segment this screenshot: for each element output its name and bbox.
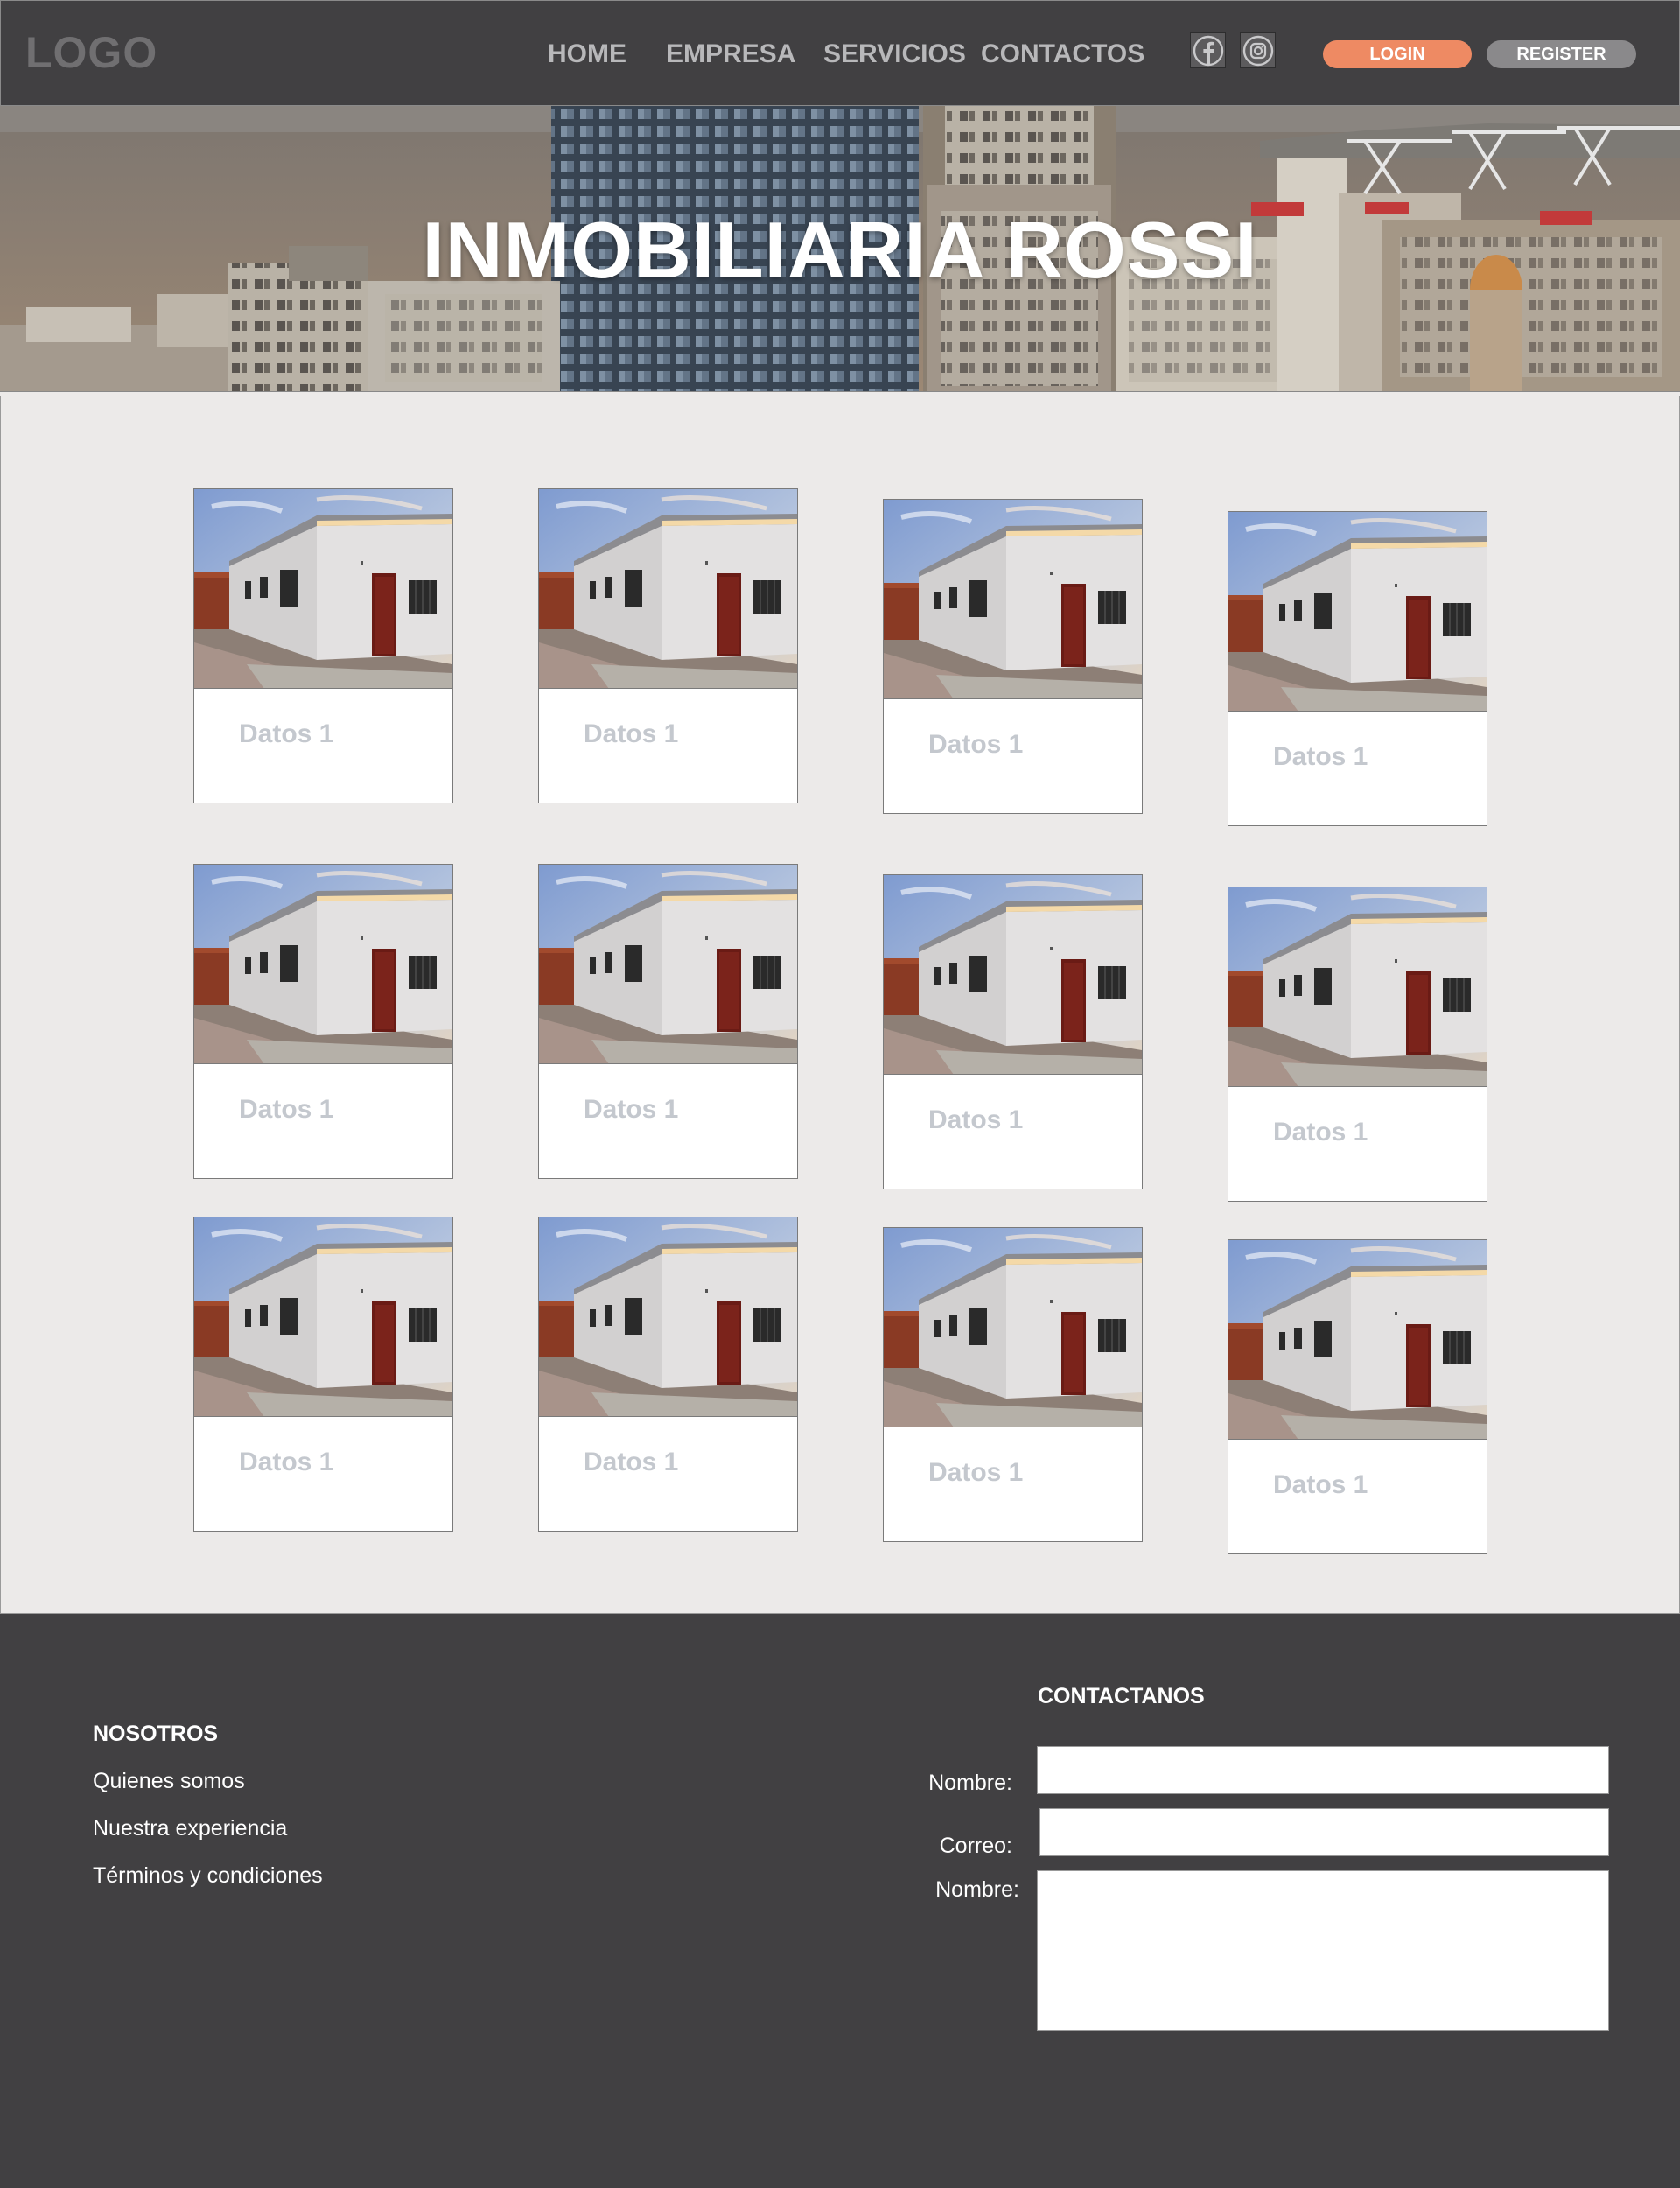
contact-heading: CONTACTANOS: [1038, 1684, 1205, 1708]
nav-contactos[interactable]: CONTACTOS: [981, 39, 1144, 69]
listing-label: Datos 1: [928, 1105, 1024, 1134]
link-terminos[interactable]: Términos y condiciones: [93, 1863, 323, 1889]
listing-card[interactable]: Datos 1: [193, 488, 453, 803]
login-button[interactable]: LOGIN: [1323, 40, 1472, 68]
footer: NOSOTROS Quienes somos Nuestra experienc…: [0, 1614, 1680, 2188]
nav-home[interactable]: HOME: [548, 39, 626, 69]
instagram-icon[interactable]: [1240, 32, 1276, 68]
listing-label: Datos 1: [1273, 1470, 1368, 1499]
listing-photo: [194, 865, 452, 1064]
listing-card[interactable]: Datos 1: [883, 1227, 1143, 1542]
listing-card[interactable]: Datos 1: [1228, 887, 1488, 1202]
listing-label: Datos 1: [928, 730, 1024, 759]
email-field[interactable]: [1040, 1808, 1609, 1856]
house-photo: [194, 865, 452, 1063]
listing-photo: [539, 865, 797, 1064]
hero-title: INMOBILIARIA ROSSI: [422, 207, 1258, 295]
listing-label: Datos 1: [239, 1095, 334, 1124]
name-label: Nombre:: [928, 1771, 1012, 1795]
about-heading: NOSOTROS: [93, 1722, 219, 1746]
listing-card[interactable]: Datos 1: [193, 864, 453, 1179]
listing-card[interactable]: Datos 1: [538, 488, 798, 803]
house-photo: [1228, 512, 1487, 711]
link-nuestra-experiencia[interactable]: Nuestra experiencia: [93, 1816, 287, 1841]
message-field[interactable]: [1037, 1870, 1609, 2031]
listing-photo: [1228, 512, 1487, 712]
listing-card[interactable]: Datos 1: [883, 499, 1143, 814]
listing-label: Datos 1: [1273, 742, 1368, 771]
link-quienes-somos[interactable]: Quienes somos: [93, 1769, 245, 1794]
top-navbar: LOGO HOME EMPRESA SERVICIOS CONTACTOS LO…: [0, 0, 1680, 106]
listing-card[interactable]: Datos 1: [1228, 511, 1488, 826]
listings-section: Datos 1 Datos 1 Datos 1 Datos 1 Datos 1 …: [0, 396, 1680, 1614]
listing-photo: [1228, 887, 1487, 1087]
house-photo: [884, 1228, 1142, 1427]
nav-empresa[interactable]: EMPRESA: [666, 39, 795, 69]
listing-label: Datos 1: [239, 719, 334, 748]
house-photo: [539, 865, 797, 1063]
facebook-icon[interactable]: [1190, 32, 1226, 68]
house-photo: [194, 1217, 452, 1416]
logo[interactable]: LOGO: [25, 27, 158, 78]
house-photo: [539, 1217, 797, 1416]
listing-card[interactable]: Datos 1: [883, 874, 1143, 1189]
listing-photo: [1228, 1240, 1487, 1440]
listing-photo: [194, 1217, 452, 1417]
listing-label: Datos 1: [1273, 1118, 1368, 1147]
name-field[interactable]: [1037, 1746, 1609, 1794]
listing-label: Datos 1: [584, 719, 679, 748]
listing-label: Datos 1: [584, 1448, 679, 1476]
listing-photo: [539, 1217, 797, 1417]
listing-label: Datos 1: [584, 1095, 679, 1124]
listing-card[interactable]: Datos 1: [1228, 1239, 1488, 1554]
house-photo: [884, 500, 1142, 698]
listing-photo: [884, 875, 1142, 1075]
listing-card[interactable]: Datos 1: [538, 1217, 798, 1532]
listing-label: Datos 1: [239, 1448, 334, 1476]
house-photo: [539, 489, 797, 688]
listing-photo: [539, 489, 797, 689]
register-button[interactable]: REGISTER: [1487, 40, 1636, 68]
nav-servicios[interactable]: SERVICIOS: [823, 39, 966, 69]
house-photo: [194, 489, 452, 688]
listing-photo: [194, 489, 452, 689]
listing-photo: [884, 500, 1142, 699]
house-photo: [884, 875, 1142, 1074]
message-label: Nombre:: [935, 1877, 1019, 1902]
listing-photo: [884, 1228, 1142, 1427]
listing-card[interactable]: Datos 1: [193, 1217, 453, 1532]
house-photo: [1228, 1240, 1487, 1439]
house-photo: [1228, 887, 1487, 1086]
hero-banner: INMOBILIARIA ROSSI: [0, 106, 1680, 392]
listing-label: Datos 1: [928, 1458, 1024, 1487]
email-label: Correo:: [939, 1834, 1012, 1858]
listing-card[interactable]: Datos 1: [538, 864, 798, 1179]
